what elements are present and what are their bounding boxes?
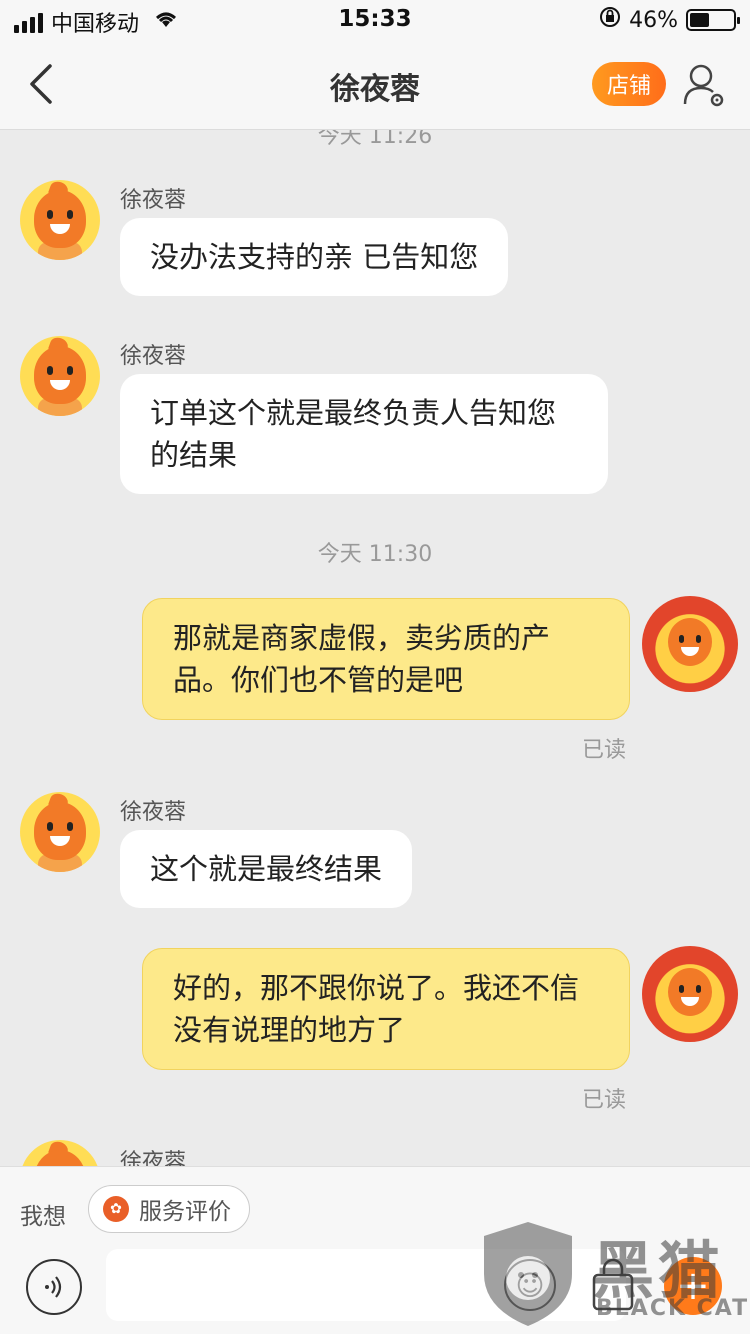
status-right: 46% (599, 6, 740, 34)
battery-percent: 46% (629, 7, 678, 33)
battery-fill (690, 13, 710, 27)
shop-button[interactable]: 店铺 (592, 62, 666, 106)
sender-name: 徐夜蓉 (120, 1150, 187, 1166)
chat-area[interactable]: 今天 11:26 徐夜蓉 没办法支持的亲 已告知您 徐夜蓉 订单这个就是最终负责… (0, 130, 750, 1166)
status-bar: 中国移动 15:33 46% (0, 0, 750, 40)
read-status: 已读 (582, 738, 627, 763)
watermark-cat-logo (478, 1218, 578, 1330)
avatar[interactable] (20, 180, 100, 260)
service-review-button[interactable]: ✿ 服务评价 (88, 1185, 250, 1233)
message-bubble[interactable]: 没办法支持的亲 已告知您 (120, 218, 509, 296)
flower-icon: ✿ (103, 1196, 129, 1222)
message-bubble-self[interactable]: 好的，那不跟你说了。我还不信没有说理的地方了 (142, 948, 630, 1070)
sender-name: 徐夜蓉 (120, 344, 187, 369)
avatar[interactable] (20, 1140, 100, 1166)
i-want-label: 我想 (20, 1204, 66, 1230)
sender-name: 徐夜蓉 (120, 800, 187, 825)
avatar[interactable] (20, 792, 100, 872)
time-label: 今天 11:30 (317, 542, 433, 567)
watermark-subtitle: BLACK CAT (596, 1296, 750, 1321)
battery-icon (686, 9, 740, 31)
read-status: 已读 (582, 1088, 627, 1113)
self-avatar[interactable] (642, 596, 738, 692)
profile-settings-icon[interactable] (682, 62, 726, 108)
time-label: 今天 11:26 (317, 130, 433, 149)
chat-header: 徐夜蓉 店铺 (0, 40, 750, 130)
message-bubble-self[interactable]: 那就是商家虚假，卖劣质的产品。你们也不管的是吧 (142, 598, 630, 720)
sender-name: 徐夜蓉 (120, 188, 187, 213)
orientation-lock-icon (599, 6, 621, 34)
voice-icon[interactable] (26, 1259, 82, 1315)
service-review-label: 服务评价 (139, 1199, 231, 1225)
self-avatar[interactable] (642, 946, 738, 1042)
message-bubble[interactable]: 这个就是最终结果 (120, 830, 413, 908)
avatar[interactable] (20, 336, 100, 416)
message-bubble[interactable]: 订单这个就是最终负责人告知您的结果 (120, 374, 608, 494)
